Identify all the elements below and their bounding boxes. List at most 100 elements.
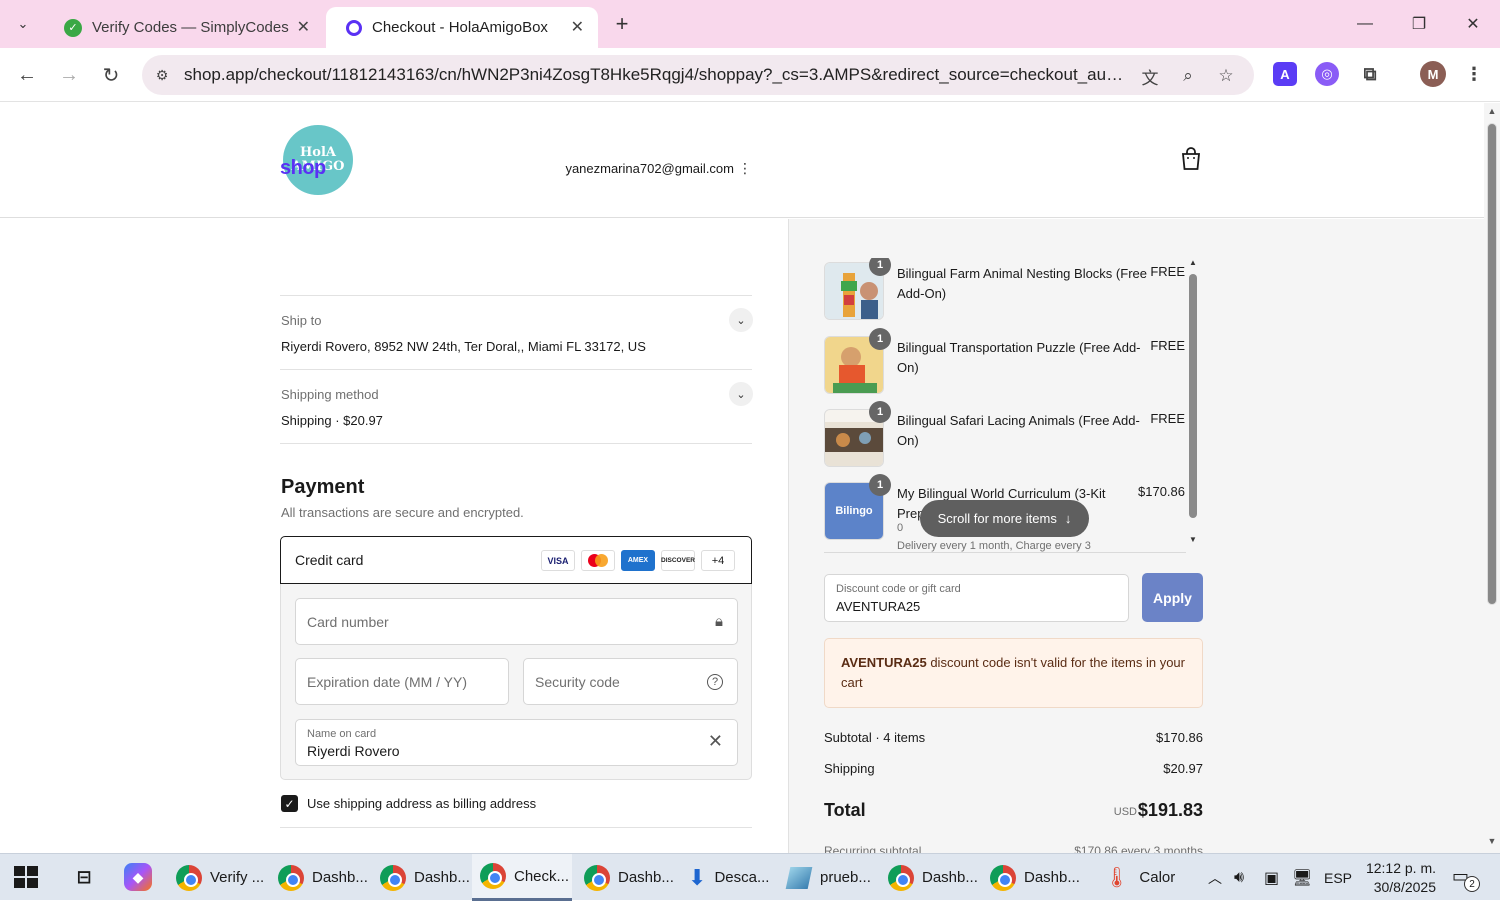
item-meta: 0 [897,522,904,534]
quantity-badge: 1 [869,258,891,276]
page-scrollbar-thumb[interactable] [1487,123,1497,605]
scroll-down-arrow-icon[interactable]: ▼ [1188,535,1198,544]
chrome-icon [176,864,202,891]
taskbar-item-dashboard-1[interactable]: Dashb... [274,854,370,901]
volume-icon[interactable]: 🔊︎ [1234,854,1244,901]
tab-search-dropdown-icon[interactable]: ⌄ [8,10,38,38]
taskbar-item-checkout[interactable]: Check... [472,854,572,901]
page-scroll-up-icon[interactable]: ▲ [1486,106,1498,116]
site-info-icon[interactable]: ⚙ [152,65,172,85]
billing-address-label: Use shipping address as billing address [307,796,537,811]
card-number-input[interactable] [296,599,737,644]
item-name: Bilingual Transportation Puzzle (Free Ad… [897,340,1141,375]
list-item: 1 Bilingual Farm Animal Nesting Blocks (… [824,258,1190,326]
taskbar-item-label: Dashb... [1024,869,1080,886]
task-view-icon[interactable]: ⊟ [70,863,98,891]
url-text[interactable]: shop.app/checkout/11812143163/cn/hWN2P3n… [184,65,1124,85]
payment-subtitle: All transactions are secure and encrypte… [281,505,524,520]
card-form: 🔒︎ ? Name on card Riyerdi Rovero ✕ [280,584,752,780]
profile-avatar[interactable]: M [1420,61,1446,87]
error-code: AVENTURA25 [841,655,927,670]
taskbar-item-label: Dashb... [618,869,674,886]
page-scrollbar[interactable]: ▲ ▼ [1484,103,1500,853]
ship-to-chevron-down-icon[interactable]: ⌄ [729,308,753,332]
apply-button[interactable]: Apply [1142,573,1203,622]
card-number-field[interactable]: 🔒︎ [295,598,738,645]
zoom-icon[interactable]: ⌕ [1176,64,1200,88]
account-email: yanezmarina702@gmail.com [565,161,734,176]
weather-widget[interactable]: 🌡︎ Calor [1104,854,1175,901]
account-menu-icon[interactable]: ⋮ [738,160,752,177]
divider [824,552,1186,553]
network-icon[interactable]: 🖥︎ [1292,854,1312,901]
expiration-date-input[interactable] [296,659,508,704]
close-tab-icon[interactable]: ✕ [571,17,584,37]
close-window-icon[interactable]: ✕ [1453,10,1493,38]
translate-icon[interactable]: 文 [1138,64,1162,88]
ship-to-address: Riyerdi Rovero, 8952 NW 24th, Ter Doral,… [281,339,646,354]
mastercard-logo-icon [581,550,615,571]
close-tab-icon[interactable]: ✕ [297,17,310,37]
tab-verify-codes[interactable]: ✓ Verify Codes — SimplyCodes ✕ [44,7,324,48]
taskbar-item-label: Verify ... [210,869,265,886]
name-on-card-value[interactable]: Riyerdi Rovero [307,743,400,759]
chrome-icon [480,863,506,889]
security-code-input[interactable] [524,659,737,704]
bookmark-star-icon[interactable]: ☆ [1214,64,1238,88]
items-scrollbar[interactable]: ▲ ▼ [1188,258,1197,548]
billing-address-checkbox[interactable]: ✓ [281,795,298,812]
credit-card-option[interactable]: Credit card VISA AMEX DISCOVER +4 [280,536,752,584]
page-scroll-down-icon[interactable]: ▼ [1486,836,1498,846]
taskbar-item-dashboard-3[interactable]: Dashb... [580,854,676,901]
taskbar-item-dashboard-2[interactable]: Dashb... [376,854,472,901]
divider [280,443,752,444]
minimize-window-icon[interactable]: — [1345,10,1385,38]
windows-start-icon[interactable] [14,866,40,890]
security-code-field[interactable]: ? [523,658,738,705]
notifications-icon[interactable]: ▭ 2 [1452,866,1480,892]
shipping-method-chevron-down-icon[interactable]: ⌄ [729,382,753,406]
browser-menu-icon[interactable]: ⋮ [1462,62,1486,86]
item-name: Bilingual Safari Lacing Animals (Free Ad… [897,413,1140,448]
help-circle-icon[interactable]: ? [707,674,723,690]
system-clock[interactable]: 12:12 p. m. 30/8/2025 [1360,859,1436,897]
more-cards-badge: +4 [701,550,735,571]
extension-b-icon[interactable]: ◎ [1315,62,1339,86]
forward-arrow-icon[interactable]: → [54,60,84,90]
taskbar-item-verify[interactable]: Verify ... [172,854,268,901]
restore-window-icon[interactable]: ❐ [1399,10,1439,38]
discount-code-field[interactable]: Discount code or gift card AVENTURA25 [824,574,1129,622]
clear-x-icon[interactable]: ✕ [708,731,723,752]
copilot-icon[interactable]: ◆ [124,863,152,891]
tab-checkout[interactable]: Checkout - HolaAmigoBox ✕ [326,7,598,48]
show-hidden-icons-chevron-icon[interactable]: ︿ [1208,854,1222,901]
taskbar-item-dashboard-4[interactable]: Dashb... [884,854,980,901]
lock-icon: 🔒︎ [715,613,723,630]
discount-code-value[interactable]: AVENTURA25 [836,599,920,614]
scroll-up-arrow-icon[interactable]: ▲ [1188,258,1198,267]
discount-error-message: AVENTURA25 discount code isn't valid for… [824,638,1203,708]
chrome-icon [584,864,610,891]
back-arrow-icon[interactable]: ← [12,60,42,90]
shipping-value: $20.97 [1163,761,1203,776]
language-indicator[interactable]: ESP [1324,854,1352,901]
items-scrollbar-thumb[interactable] [1189,274,1197,518]
reload-icon[interactable]: ↻ [96,60,126,90]
shopping-bag-icon[interactable] [1180,147,1202,171]
name-on-card-field[interactable]: Name on card Riyerdi Rovero ✕ [295,719,738,766]
extension-a-icon[interactable]: A [1273,62,1297,86]
notepad-icon [785,866,813,889]
item-price: FREE [1150,338,1185,353]
expiration-date-field[interactable] [295,658,509,705]
scroll-for-more-button[interactable]: Scroll for more items ↓ [920,500,1089,537]
address-bar[interactable]: ⚙ shop.app/checkout/11812143163/cn/hWN2P… [142,55,1254,95]
meet-now-icon[interactable]: ▣ [1264,854,1279,901]
quantity-badge: 1 [869,401,891,423]
shop-favicon-icon [346,19,362,36]
new-tab-plus-icon[interactable]: + [608,10,636,38]
extensions-puzzle-icon[interactable]: ⧉ [1358,62,1382,86]
taskbar-item-dashboard-5[interactable]: Dashb... [986,854,1082,901]
taskbar-item-prueba[interactable]: prueb... [784,854,880,901]
taskbar-item-downloads[interactable]: ⬇ Desca... [684,854,780,901]
amex-logo-icon: AMEX [621,550,655,571]
